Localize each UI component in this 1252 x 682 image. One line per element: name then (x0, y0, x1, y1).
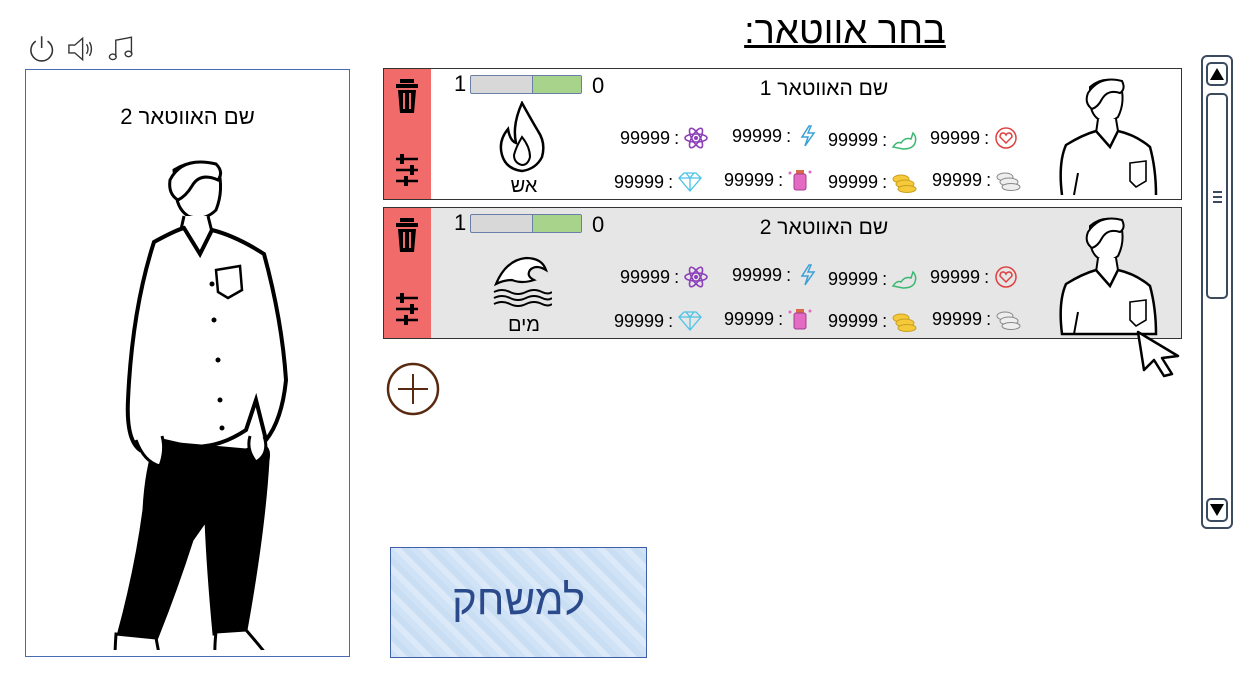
silver-coins-icon (996, 172, 1021, 191)
speaker-icon[interactable] (65, 33, 96, 65)
grip-icon (1213, 191, 1222, 203)
stat-magic: 99999: (620, 127, 709, 149)
mouse-cursor-icon (1136, 330, 1180, 378)
play-game-button[interactable]: למשחק (390, 547, 647, 658)
stat-strength: 99999: (828, 268, 917, 290)
top-toolbar (26, 32, 136, 66)
trash-icon[interactable] (396, 218, 418, 252)
avatar-card-1[interactable]: 1 0 אש שם האווטאר 1 99999: 99999: 99999:… (383, 68, 1182, 200)
page-title: בחר אווטאר: (744, 10, 946, 52)
level-next: 0 (592, 73, 605, 98)
wave-icon (493, 256, 552, 307)
xp-progress-fill (531, 76, 581, 93)
atom-icon (684, 127, 708, 149)
potion-icon (788, 309, 812, 330)
level-current: 1 (454, 210, 467, 235)
avatar-card-2[interactable]: 1 0 מים שם האווטאר 2 99999: 99999: 99999… (383, 207, 1182, 339)
stat-potions: 99999: (724, 169, 813, 191)
lightning-icon (800, 264, 816, 286)
stat-potions: 99999: (724, 308, 813, 330)
avatar-name: שם האווטאר 1 (759, 77, 889, 100)
music-icon[interactable] (105, 33, 136, 65)
avatar-full-figure-icon (113, 160, 289, 650)
arrow-down-icon (1210, 504, 1224, 516)
avatar-thumbnail-icon (1059, 78, 1158, 196)
arrow-up-icon (1210, 68, 1224, 80)
settings-sliders-icon[interactable] (396, 292, 418, 326)
stat-silver: 99999: (932, 308, 1021, 330)
stat-gems: 99999: (614, 171, 703, 193)
scroll-up-button[interactable] (1206, 62, 1228, 86)
avatar-name: שם האווטאר 2 (759, 216, 889, 239)
potion-icon (788, 170, 812, 191)
stat-magic: 99999: (620, 266, 709, 288)
stat-gold: 99999: (828, 171, 917, 193)
scroll-thumb[interactable] (1206, 93, 1228, 299)
stat-health: 99999: (930, 266, 1019, 288)
xp-progress-fill (531, 215, 581, 232)
diamond-icon (678, 172, 702, 193)
settings-sliders-icon[interactable] (396, 153, 418, 187)
diamond-icon (678, 311, 702, 332)
preview-avatar-name: שם האווטאר 2 (120, 104, 255, 129)
stat-silver: 99999: (932, 169, 1021, 191)
card-action-strip (384, 69, 431, 199)
avatar-thumbnail-icon (1052, 212, 1162, 336)
gold-coins-icon (892, 313, 917, 332)
trash-icon[interactable] (396, 79, 418, 113)
stat-strength: 99999: (828, 129, 917, 151)
stat-energy: 99999: (732, 264, 821, 286)
avatar-preview-panel: שם האווטאר 2 (25, 69, 350, 657)
stat-energy: 99999: (732, 125, 821, 147)
stat-health: 99999: (930, 127, 1019, 149)
lightning-icon (800, 125, 816, 147)
level-next: 0 (592, 212, 605, 237)
heart-icon (995, 266, 1017, 288)
scrollbar[interactable] (1201, 55, 1233, 529)
silver-coins-icon (996, 311, 1021, 330)
heart-icon (995, 127, 1017, 149)
power-icon[interactable] (26, 33, 57, 65)
atom-icon (684, 266, 708, 288)
stat-gold: 99999: (828, 310, 917, 332)
xp-progress-bar (470, 75, 582, 94)
scroll-down-button[interactable] (1206, 498, 1228, 522)
element-label: אש (510, 175, 538, 197)
card-action-strip (384, 208, 431, 338)
add-avatar-button[interactable] (386, 362, 440, 416)
play-button-label: למשחק (452, 576, 585, 623)
element-label: מים (507, 314, 541, 336)
level-current: 1 (454, 71, 467, 96)
muscle-icon (891, 131, 917, 150)
fire-icon (499, 101, 545, 173)
muscle-icon (891, 270, 917, 289)
xp-progress-bar (470, 214, 582, 233)
gold-coins-icon (892, 174, 917, 193)
stat-gems: 99999: (614, 310, 703, 332)
